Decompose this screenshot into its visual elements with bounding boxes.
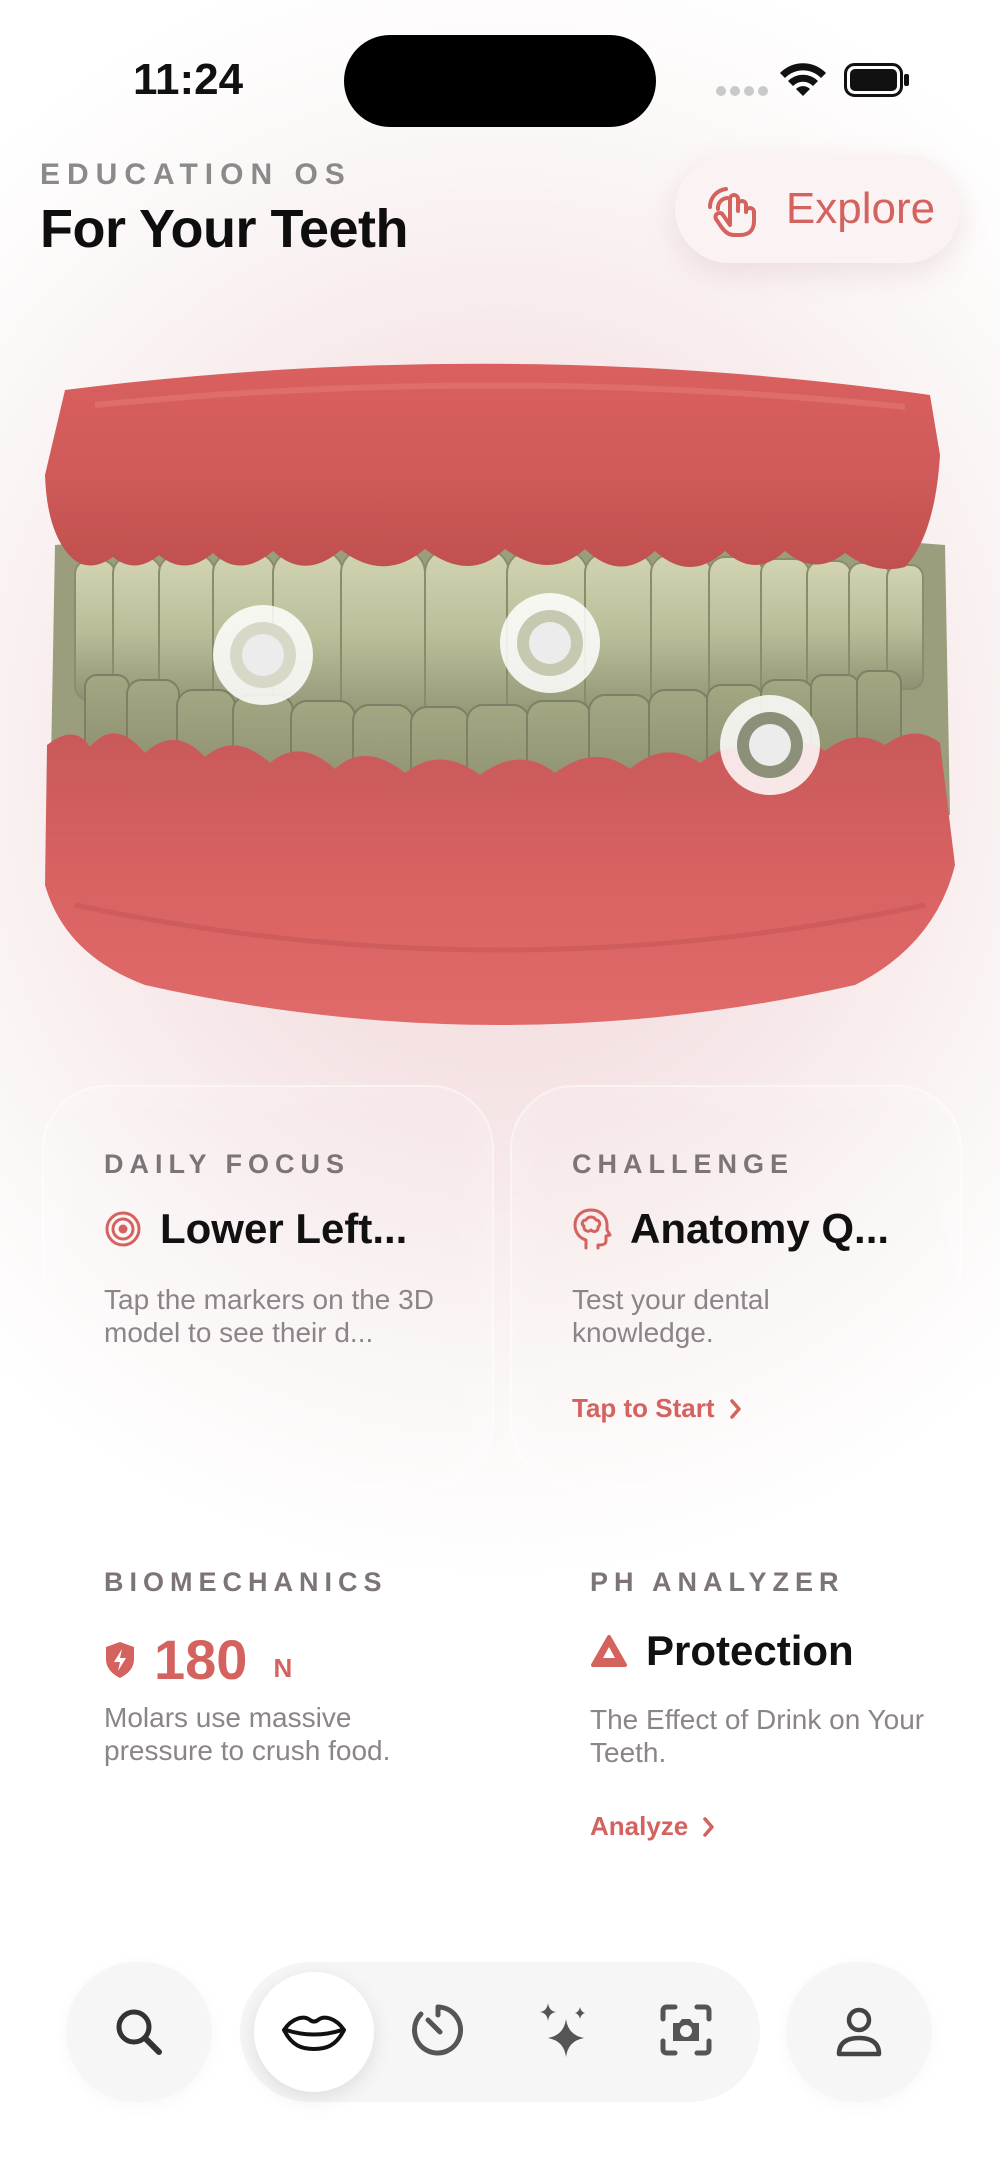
page-title: For Your Teeth bbox=[40, 199, 409, 259]
scan-tab[interactable] bbox=[656, 1995, 716, 2065]
warning-icon bbox=[591, 1635, 627, 1667]
challenge-card[interactable]: CHALLENGE Anatomy Q... Test your dental … bbox=[510, 1085, 962, 1487]
force-value: 180 bbox=[154, 1628, 248, 1691]
profile-tab[interactable] bbox=[786, 1962, 932, 2102]
force-value-row: 180 N bbox=[104, 1627, 292, 1692]
camera-scan-icon bbox=[660, 2004, 712, 2056]
lips-icon bbox=[282, 2015, 346, 2051]
card-description: Test your dental knowledge. bbox=[572, 1284, 770, 1348]
profile-icon bbox=[836, 2007, 882, 2057]
analyze-link[interactable]: Analyze bbox=[590, 1811, 716, 1842]
brain-icon bbox=[573, 1208, 612, 1250]
card-kicker: BIOMECHANICS bbox=[104, 1567, 388, 1597]
chevron-right-icon bbox=[703, 1816, 715, 1837]
force-unit: N bbox=[273, 1653, 293, 1683]
card-title-row: Protection bbox=[590, 1627, 854, 1675]
search-tab[interactable] bbox=[66, 1962, 212, 2102]
tooth-marker-3[interactable] bbox=[720, 695, 820, 795]
teeth-3d-model[interactable] bbox=[35, 345, 965, 1045]
card-description: The Effect of Drink on Your Teeth. bbox=[590, 1704, 925, 1768]
tooth-marker-1[interactable] bbox=[213, 605, 313, 705]
timer-icon bbox=[412, 2004, 464, 2056]
search-icon bbox=[116, 2009, 162, 2055]
card-title: Lower Left... bbox=[160, 1205, 408, 1252]
ai-tab[interactable] bbox=[533, 1995, 593, 2065]
teeth-tab[interactable] bbox=[254, 1972, 374, 2092]
tooth-marker-2[interactable] bbox=[500, 593, 600, 693]
explore-label: Explore bbox=[785, 184, 936, 233]
card-description: Molars use massive pressure to crush foo… bbox=[104, 1702, 391, 1766]
dynamic-island bbox=[344, 35, 656, 127]
card-kicker: PH ANALYZER bbox=[590, 1567, 845, 1597]
cta-label: Tap to Start bbox=[572, 1393, 715, 1423]
card-description: Tap the markers on the 3D model to see t… bbox=[104, 1284, 434, 1348]
card-title: Protection bbox=[646, 1627, 854, 1674]
wifi-icon bbox=[780, 63, 826, 96]
chevron-right-icon bbox=[729, 1398, 741, 1419]
cta-label: Analyze bbox=[590, 1811, 689, 1841]
daily-focus-card[interactable]: DAILY FOCUS Lower Left... Tap the marker… bbox=[42, 1085, 494, 1487]
bolt-shield-icon bbox=[106, 1641, 134, 1678]
cellular-signal-icon bbox=[716, 86, 768, 98]
tap-to-start-link[interactable]: Tap to Start bbox=[572, 1393, 743, 1424]
battery-icon bbox=[844, 63, 909, 97]
status-bar: 11:24 bbox=[0, 0, 1000, 140]
target-icon bbox=[105, 1211, 141, 1247]
card-title-row: Anatomy Q... bbox=[572, 1205, 889, 1253]
ph-analyzer-card[interactable]: PH ANALYZER Protection The Effect of Dri… bbox=[510, 1503, 962, 1905]
biomechanics-card[interactable]: BIOMECHANICS 180 N Molars use massive pr… bbox=[42, 1503, 494, 1905]
card-kicker: DAILY FOCUS bbox=[104, 1149, 351, 1179]
card-title: Anatomy Q... bbox=[630, 1205, 890, 1252]
explore-button[interactable]: Explore bbox=[675, 155, 960, 263]
sparkles-icon bbox=[540, 2003, 585, 2057]
timer-tab[interactable] bbox=[408, 1995, 468, 2065]
hand-tap-icon bbox=[707, 187, 756, 237]
card-title-row: Lower Left... bbox=[104, 1205, 407, 1253]
status-time: 11:24 bbox=[133, 55, 244, 104]
card-kicker: CHALLENGE bbox=[572, 1149, 794, 1179]
brand-kicker: EDUCATION OS bbox=[40, 158, 352, 191]
